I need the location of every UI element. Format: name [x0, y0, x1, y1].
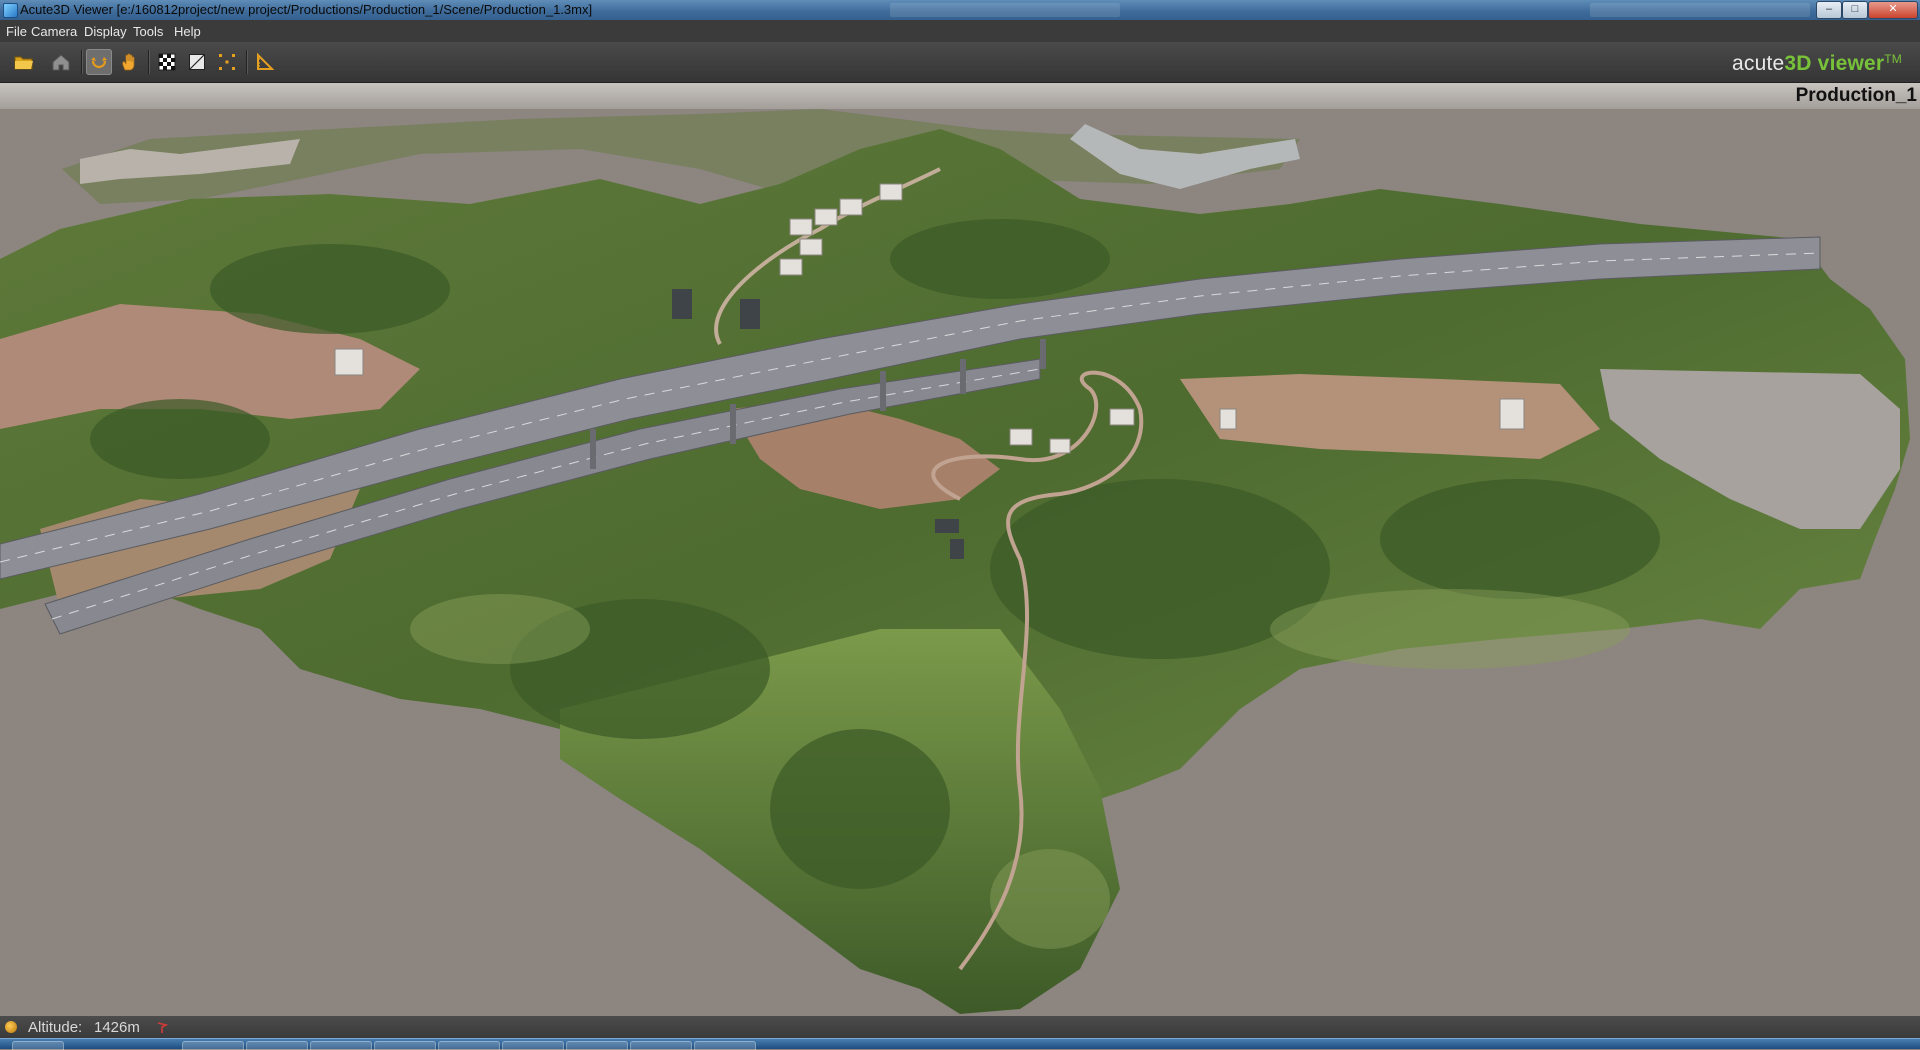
title-bar: Acute3D Viewer [e:/160812project/new pro… [0, 0, 1920, 20]
3d-viewport[interactable] [0, 109, 1920, 1016]
measure-button[interactable] [252, 49, 278, 75]
hand-icon [122, 53, 135, 71]
brand-prefix: acute [1732, 52, 1785, 75]
altitude-icon [5, 1021, 17, 1033]
minimize-button[interactable]: – [1816, 1, 1842, 19]
brand-logo: acute3D viewerTM [1732, 52, 1902, 76]
navigation-flag-icon[interactable] [156, 1022, 168, 1034]
altitude-value: 1426m [94, 1019, 140, 1036]
brand-highlight: 3D viewer [1784, 52, 1885, 75]
rotate-button[interactable] [86, 49, 112, 75]
os-taskbar [0, 1038, 1920, 1050]
toolbar-separator [246, 50, 247, 74]
brand-trademark: TM [1884, 52, 1902, 66]
close-button[interactable]: ✕ [1868, 1, 1918, 19]
taskbar-item[interactable] [374, 1041, 436, 1050]
taskbar-item[interactable] [246, 1041, 308, 1050]
taskbar-item[interactable] [502, 1041, 564, 1050]
taskbar-item[interactable] [694, 1041, 756, 1050]
altitude-label: Altitude: [28, 1019, 83, 1036]
title-bar-overlay-right [1590, 3, 1810, 17]
toolbar: acute3D viewerTM [0, 42, 1920, 83]
wireframe-icon [189, 54, 205, 70]
production-label: Production_1 [1795, 85, 1917, 106]
checkerboard-icon [158, 53, 176, 71]
texture-button[interactable] [154, 49, 180, 75]
menu-display[interactable]: Display [84, 24, 127, 39]
open-button[interactable] [11, 49, 37, 75]
menu-camera[interactable]: Camera [31, 24, 77, 39]
pan-button[interactable] [116, 49, 142, 75]
menu-bar: File Camera Display Tools Help [0, 20, 1920, 42]
taskbar-item[interactable] [438, 1041, 500, 1050]
start-button[interactable] [12, 1041, 64, 1050]
bounds-button[interactable] [214, 49, 240, 75]
menu-help[interactable]: Help [174, 24, 201, 39]
terrain-model [0, 109, 1910, 1014]
taskbar-item[interactable] [630, 1041, 692, 1050]
ruler-icon [257, 52, 275, 70]
home-icon [52, 54, 70, 71]
maximize-button[interactable]: □ [1842, 1, 1868, 19]
wireframe-button[interactable] [184, 49, 210, 75]
production-bar: Production_1 [0, 83, 1920, 109]
rotate-icon [91, 57, 107, 69]
menu-tools[interactable]: Tools [133, 24, 163, 39]
folder-icon [14, 56, 33, 70]
toolbar-separator [81, 50, 82, 74]
taskbar-item[interactable] [310, 1041, 372, 1050]
taskbar-item[interactable] [566, 1041, 628, 1050]
toolbar-separator [148, 50, 149, 74]
window-title: Acute3D Viewer [e:/160812project/new pro… [20, 2, 593, 17]
status-bar: Altitude: 1426m [0, 1016, 1920, 1038]
taskbar-item[interactable] [182, 1041, 244, 1050]
bounding-box-icon [219, 54, 235, 70]
title-bar-overlay [890, 3, 1120, 17]
menu-file[interactable]: File [6, 24, 27, 39]
home-button[interactable] [48, 49, 74, 75]
app-icon [3, 3, 18, 18]
